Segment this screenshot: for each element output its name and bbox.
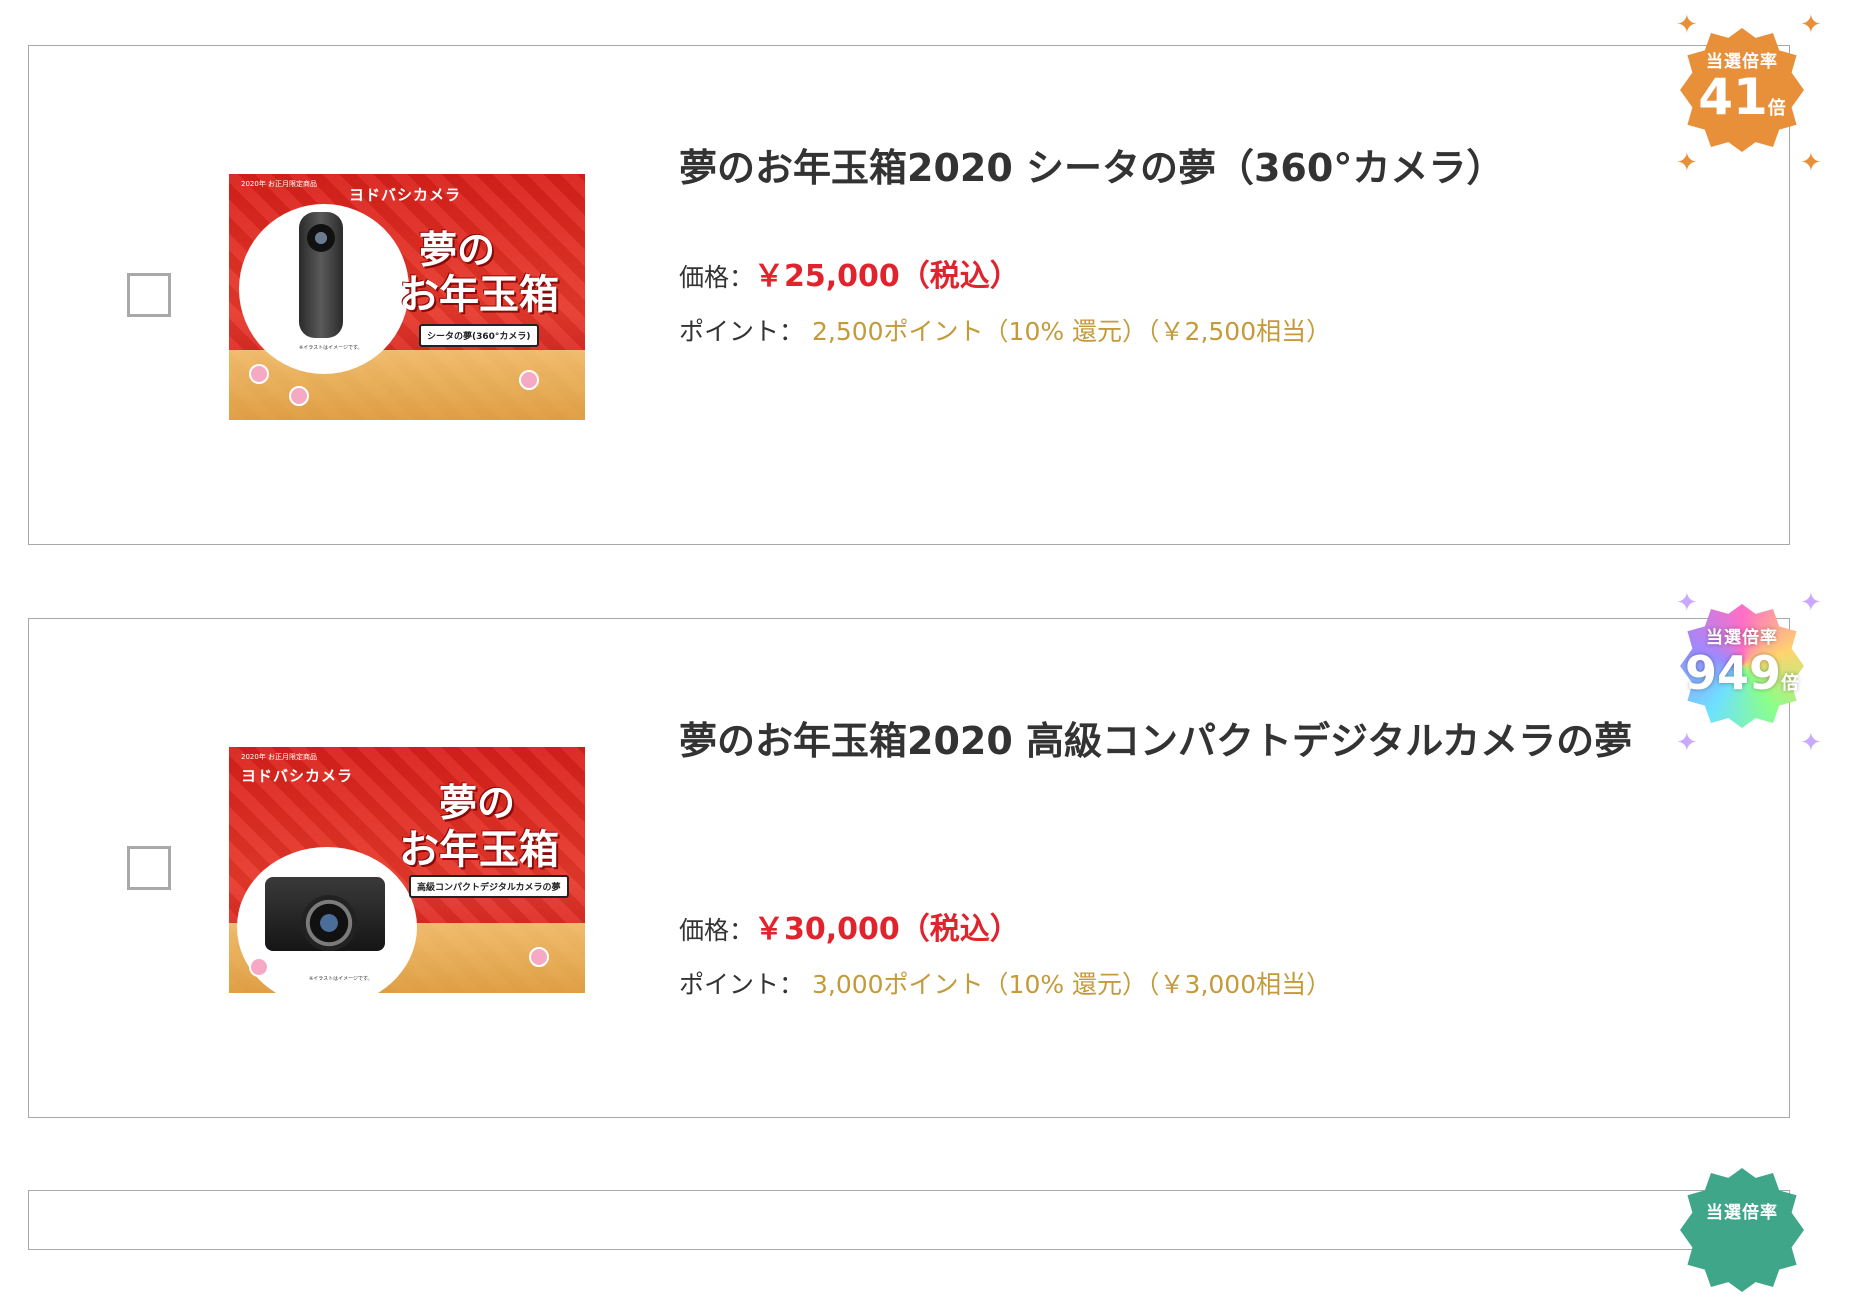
product-image[interactable]: 2020年 お正月限定商品 ヨドバシカメラ ※イラストはイメージです。 夢の お… [229, 747, 585, 993]
thumb-compact-camera [265, 877, 385, 951]
badge-unit: 倍 [1781, 673, 1800, 694]
flower-icon [289, 386, 309, 406]
camera-lens-icon [307, 224, 335, 252]
product-title[interactable]: 夢のお年玉箱2020 高級コンパクトデジタルカメラの夢 [679, 701, 1659, 781]
thumb-360-camera [299, 212, 343, 338]
badge-value: 949倍 [1685, 648, 1799, 709]
points-label: ポイント： [679, 970, 805, 999]
flower-icon [249, 364, 269, 384]
sparkle-icon: ✦ [1676, 10, 1698, 40]
product-card: 2020年 お正月限定商品 ヨドバシカメラ ※イラストはイメージです。 夢の お… [28, 45, 1790, 545]
select-checkbox[interactable] [127, 846, 171, 890]
thumb-sticker-bottom: お年玉箱 [399, 272, 559, 318]
thumb-disclaimer: ※イラストはイメージです。 [299, 345, 363, 351]
select-checkbox[interactable] [127, 273, 171, 317]
badge-label: 当選倍率 [1706, 628, 1778, 648]
product-card: 2020年 お正月限定商品 ヨドバシカメラ ※イラストはイメージです。 夢の お… [28, 618, 1790, 1118]
thumb-product-tag: シータの夢(360°カメラ) [419, 324, 539, 347]
sparkle-icon: ✦ [1800, 728, 1822, 758]
sparkle-icon: ✦ [1676, 728, 1698, 758]
points-value: 3,000ポイント（10% 還元）（￥3,000相当） [811, 970, 1332, 999]
win-rate-badge: 当選倍率 [1672, 1160, 1812, 1300]
thumb-product-tag: 高級コンパクトデジタルカメラの夢 [409, 875, 569, 898]
win-rate-badge: 当選倍率 41倍 [1672, 20, 1812, 160]
sparkle-icon: ✦ [1676, 148, 1698, 178]
sparkle-icon: ✦ [1800, 148, 1822, 178]
sparkle-icon: ✦ [1676, 588, 1698, 618]
product-title[interactable]: 夢のお年玉箱2020 シータの夢（360°カメラ） [679, 128, 1659, 208]
price-label: 価格： [679, 916, 755, 945]
price-row: 価格：￥25,000（税込） [679, 251, 1020, 295]
price-label: 価格： [679, 263, 755, 292]
thumb-store-logo: ヨドバシカメラ [241, 767, 354, 785]
thumb-store-logo: ヨドバシカメラ [349, 186, 462, 204]
points-label: ポイント： [679, 317, 805, 346]
flower-icon [519, 370, 539, 390]
product-image[interactable]: 2020年 お正月限定商品 ヨドバシカメラ ※イラストはイメージです。 夢の お… [229, 174, 585, 420]
badge-unit: 倍 [1767, 97, 1786, 119]
thumb-sticker-bottom: お年玉箱 [399, 827, 559, 873]
badge-number: 949 [1684, 646, 1782, 700]
badge-starburst-shape [1680, 1168, 1804, 1292]
thumb-year-label: 2020年 お正月限定商品 [241, 180, 318, 188]
price-value: ￥25,000（税込） [754, 259, 1020, 294]
badge-label: 当選倍率 [1706, 1202, 1778, 1223]
thumb-year-label: 2020年 お正月限定商品 [241, 753, 318, 761]
points-row: ポイント： 2,500ポイント（10% 還元）（￥2,500相当） [679, 312, 1331, 348]
sparkle-icon: ✦ [1800, 588, 1822, 618]
flower-icon [529, 947, 549, 967]
points-row: ポイント： 3,000ポイント（10% 還元）（￥3,000相当） [679, 965, 1331, 1001]
badge-number: 41 [1698, 67, 1768, 126]
points-value: 2,500ポイント（10% 還元）（￥2,500相当） [811, 317, 1332, 346]
camera-lens-icon [301, 895, 357, 951]
sparkle-icon: ✦ [1800, 10, 1822, 40]
thumb-disclaimer: ※イラストはイメージです。 [309, 976, 373, 982]
price-value: ￥30,000（税込） [754, 912, 1020, 947]
badge-value: 41倍 [1698, 72, 1786, 134]
product-card [28, 1190, 1790, 1250]
flower-icon [249, 957, 269, 977]
price-row: 価格：￥30,000（税込） [679, 904, 1020, 948]
